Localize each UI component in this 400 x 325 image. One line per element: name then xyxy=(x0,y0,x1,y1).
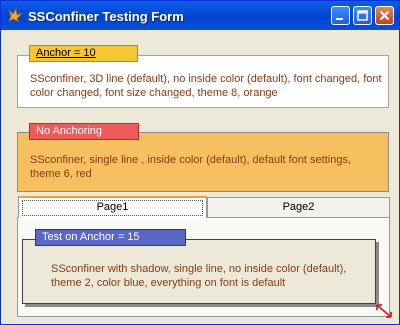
resize-grip-icon[interactable] xyxy=(374,303,394,319)
app-window: SSConfiner Testing Form SSconfiner, 3D l… xyxy=(0,0,400,325)
confiner-no-anchoring-label: No Anchoring xyxy=(29,123,139,140)
maximize-icon xyxy=(357,10,368,21)
confiner-anchor-10-text: SSconfiner, 3D line (default), no inside… xyxy=(30,73,382,99)
minimize-button[interactable] xyxy=(331,6,350,25)
confiner-anchor-10: SSconfiner, 3D line (default), no inside… xyxy=(17,55,389,108)
close-button[interactable] xyxy=(375,6,394,25)
confiner-anchor-15-text: SSconfiner with shadow, single line, no … xyxy=(51,263,347,289)
close-icon xyxy=(379,10,390,21)
window-title: SSConfiner Testing Form xyxy=(28,9,184,24)
confiner-no-anchoring-text: SSconfiner, single line , inside color (… xyxy=(30,154,352,180)
confiner-anchor-15: SSconfiner with shadow, single line, no … xyxy=(22,239,376,304)
app-icon xyxy=(8,7,23,23)
tab-page1[interactable]: Page1 xyxy=(18,196,207,218)
title-bar[interactable]: SSConfiner Testing Form xyxy=(1,1,399,30)
confiner-no-anchoring: SSconfiner, single line , inside color (… xyxy=(17,132,389,192)
confiner-anchor-10-label: Anchor = 10 xyxy=(29,45,138,62)
maximize-button[interactable] xyxy=(353,6,372,25)
confiner-anchor-15-label: Test on Anchor = 15 xyxy=(35,229,186,246)
form-client-area: SSconfiner, 3D line (default), no inside… xyxy=(4,30,396,321)
tab-page1-label: Page1 xyxy=(96,201,129,213)
tab-page2[interactable]: Page2 xyxy=(207,197,390,217)
tab-page2-label: Page2 xyxy=(282,201,315,213)
minimize-icon xyxy=(336,18,343,20)
